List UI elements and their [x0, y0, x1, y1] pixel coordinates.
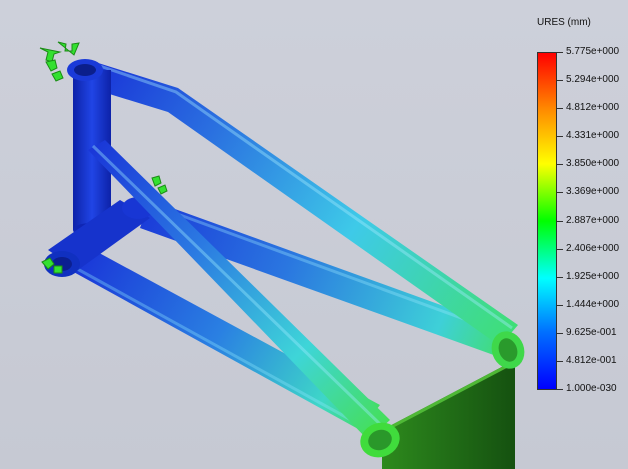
scale-tick-mark	[557, 192, 563, 193]
legend-title: URES (mm)	[537, 17, 591, 28]
scale-tick-mark	[557, 249, 563, 250]
scale-tick-label: 4.331e+000	[566, 130, 620, 141]
scale-tick-label: 1.000e-030	[566, 383, 617, 394]
frame-model[interactable]	[0, 0, 628, 469]
scale-tick-label: 1.925e+000	[566, 271, 620, 282]
scale-tick-label: 4.812e-001	[566, 355, 617, 366]
dropout-plate	[382, 360, 518, 469]
scale-tick-mark	[557, 164, 563, 165]
scale-tick-label: 5.775e+000	[566, 46, 620, 57]
scale-tick-mark	[557, 305, 563, 306]
color-scale-ticks: 5.775e+000 5.294e+000 4.812e+000 4.331e+000…	[557, 46, 627, 394]
scale-tick-mark	[557, 333, 563, 334]
scale-tick-label: 2.887e+000	[566, 215, 620, 226]
scale-tick-mark	[557, 221, 563, 222]
scale-tick-label: 1.444e+000	[566, 299, 620, 310]
scale-tick-mark	[557, 52, 563, 53]
scale-tick-label: 3.369e+000	[566, 186, 620, 197]
scale-tick-label: 3.850e+000	[566, 158, 620, 169]
scale-tick-mark	[557, 108, 563, 109]
scale-tick-mark	[557, 389, 563, 390]
graphics-viewport[interactable]: URES (mm) 5.775e+000 5.294e+000 4.812e+000…	[0, 0, 628, 469]
color-scale-bar	[537, 52, 557, 390]
scale-tick-label: 9.625e-001	[566, 327, 617, 338]
scale-tick-label: 2.406e+000	[566, 243, 620, 254]
scale-tick-mark	[557, 361, 563, 362]
scale-tick-label: 5.294e+000	[566, 74, 620, 85]
scale-tick-mark	[557, 277, 563, 278]
scale-tick-mark	[557, 80, 563, 81]
scale-tick-mark	[557, 136, 563, 137]
head-tube	[67, 59, 103, 81]
scale-tick-label: 4.812e+000	[566, 102, 620, 113]
